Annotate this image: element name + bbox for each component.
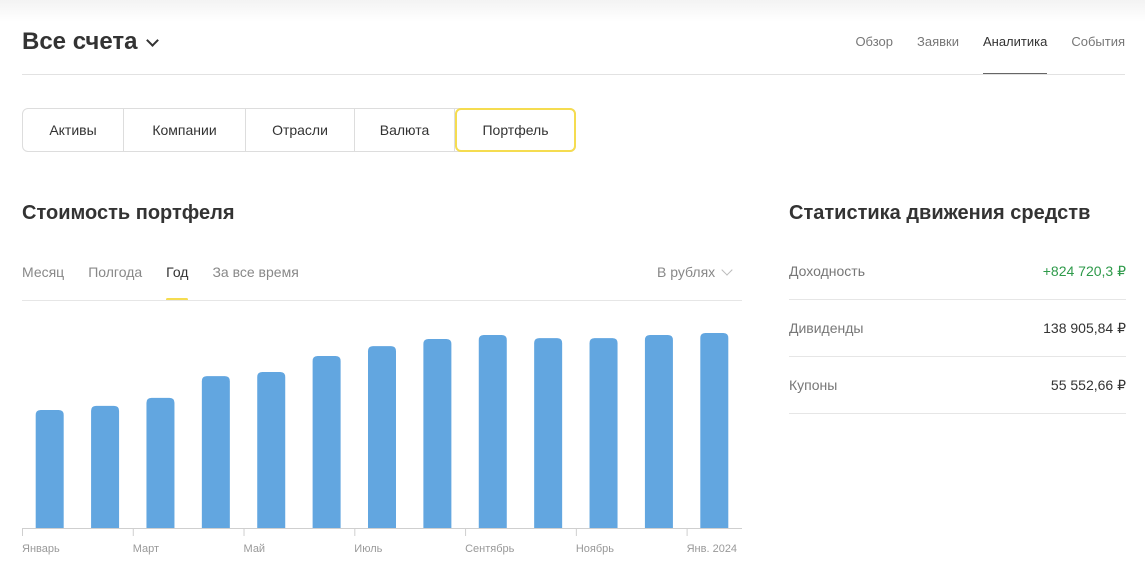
- bar-1[interactable]: [35, 410, 64, 528]
- bar-4[interactable]: [201, 376, 230, 528]
- nav-tab-analytics[interactable]: Аналитика: [982, 34, 1048, 75]
- period-month[interactable]: Месяц: [22, 264, 64, 301]
- stat-label: Дивиденды: [789, 320, 864, 336]
- stat-label: Доходность: [789, 263, 865, 279]
- period-all-time[interactable]: За все время: [212, 264, 298, 301]
- x-tick-label: Янв. 2024: [687, 543, 737, 555]
- chevron-down-icon: [721, 263, 733, 276]
- bar-8[interactable]: [423, 339, 452, 528]
- segment-assets[interactable]: Активы: [23, 109, 124, 151]
- bar-13[interactable]: [700, 333, 729, 528]
- stat-value: 55 552,66 ₽: [1050, 376, 1126, 393]
- nav-tab-overview[interactable]: Обзор: [855, 34, 893, 75]
- account-title: Все счета: [22, 28, 138, 55]
- stat-label: Купоны: [789, 377, 838, 393]
- bar-11[interactable]: [589, 338, 618, 528]
- currency-select[interactable]: В рублях: [657, 263, 733, 280]
- top-shade: [0, 0, 1145, 22]
- nav-tab-orders[interactable]: Заявки: [917, 34, 959, 75]
- analytics-segmented-control: Активы Компании Отрасли Валюта Портфель: [22, 108, 576, 152]
- currency-select-value: В рублях: [657, 264, 716, 280]
- segment-currency[interactable]: Валюта: [355, 109, 455, 151]
- segment-industries[interactable]: Отрасли: [246, 109, 355, 151]
- x-ticks-group: Январь Март Май Июль Сентябрь Ноябрь Янв. 2024: [22, 528, 737, 555]
- cashflow-stats-title: Статистика движения средств: [789, 202, 1091, 224]
- x-tick-label: Ноябрь: [576, 543, 614, 555]
- stat-row-coupons: Купоны 55 552,66 ₽: [789, 357, 1126, 414]
- top-nav: Обзор Заявки Аналитика События: [855, 34, 1125, 75]
- nav-tab-events[interactable]: События: [1071, 34, 1125, 75]
- x-tick-label: Май: [244, 543, 266, 555]
- x-tick-label: Январь: [22, 543, 60, 555]
- x-tick-label: Сентябрь: [465, 543, 515, 555]
- portfolio-value-title: Стоимость портфеля: [22, 202, 235, 224]
- bars-group: [35, 333, 729, 528]
- stat-row-yield: Доходность +824 720,3 ₽: [789, 243, 1126, 300]
- cashflow-stats-list: Доходность +824 720,3 ₽ Дивиденды 138 90…: [789, 243, 1126, 414]
- portfolio-value-chart: Январь Март Май Июль Сентябрь Ноябрь Янв. 2024: [22, 333, 742, 555]
- bar-5[interactable]: [257, 372, 286, 528]
- period-tabs: Месяц Полгода Год За все время: [22, 264, 299, 301]
- account-selector[interactable]: Все счета: [22, 28, 159, 56]
- bar-3[interactable]: [146, 397, 175, 528]
- x-tick-label: Март: [133, 543, 159, 555]
- period-half-year[interactable]: Полгода: [88, 264, 142, 301]
- bar-6[interactable]: [312, 356, 341, 528]
- chevron-down-icon: [145, 33, 159, 47]
- bar-7[interactable]: [368, 346, 396, 528]
- bar-2[interactable]: [91, 405, 120, 528]
- stat-value: 138 905,84 ₽: [1043, 319, 1126, 336]
- stat-row-dividends: Дивиденды 138 905,84 ₽: [789, 300, 1126, 357]
- stat-value: +824 720,3 ₽: [1042, 262, 1126, 279]
- bar-12[interactable]: [644, 334, 673, 528]
- bar-9[interactable]: [478, 334, 507, 528]
- x-tick-label: Июль: [354, 543, 382, 555]
- bar-10[interactable]: [534, 338, 563, 528]
- header-divider: [22, 74, 1125, 75]
- segment-companies[interactable]: Компании: [124, 109, 246, 151]
- period-year[interactable]: Год: [166, 264, 189, 301]
- segment-portfolio[interactable]: Портфель: [455, 108, 576, 152]
